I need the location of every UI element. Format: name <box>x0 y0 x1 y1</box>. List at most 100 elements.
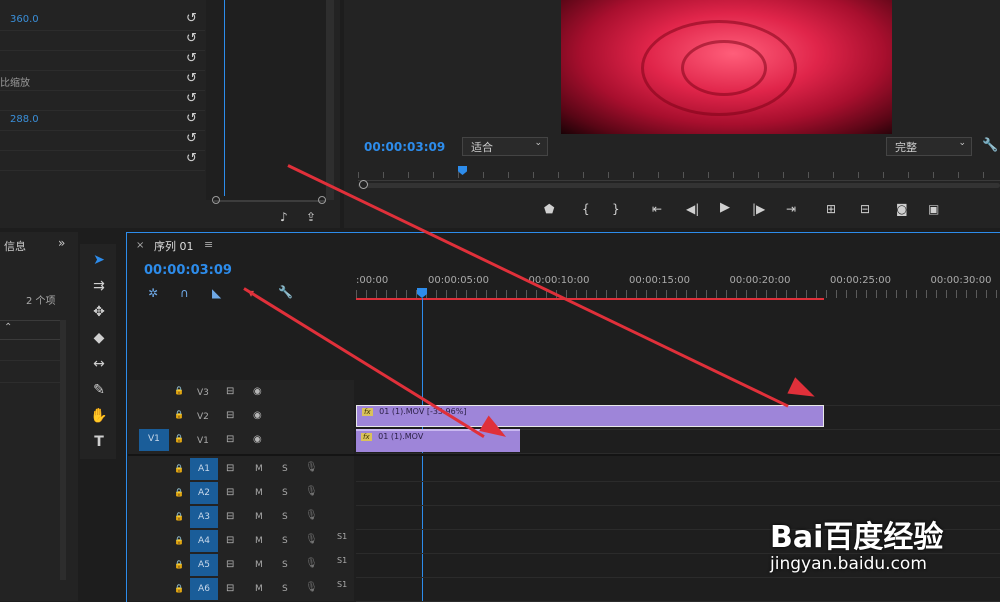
lock-icon[interactable]: 🔒 <box>174 536 184 545</box>
audio-track-target-a4[interactable]: A4 <box>190 530 218 552</box>
monitor-scrubbar[interactable] <box>358 183 1000 188</box>
mark-in-icon[interactable]: { <box>582 202 590 216</box>
tab-menu-icon[interactable]: ≡ <box>204 238 213 251</box>
reset-icon[interactable]: ↺ <box>186 32 200 46</box>
effect-zoom-bar[interactable] <box>212 196 328 204</box>
video-track-header[interactable] <box>128 382 354 406</box>
list-item[interactable] <box>0 362 60 383</box>
solo-button[interactable]: S <box>282 560 288 570</box>
wrench-icon[interactable]: 🔧 <box>278 285 293 299</box>
lock-icon[interactable]: 🔒 <box>174 434 184 443</box>
reset-icon[interactable]: ↺ <box>186 112 200 126</box>
sync-lock-icon[interactable]: ⊟ <box>226 559 234 570</box>
go-to-out-icon[interactable]: ⇥ <box>786 202 796 216</box>
wrench-icon[interactable]: 🔧 <box>982 139 998 153</box>
audio-track-target-a1[interactable]: A1 <box>190 458 218 480</box>
mute-button[interactable]: M <box>255 512 263 522</box>
solo-button[interactable]: S <box>282 464 288 474</box>
sync-lock-icon[interactable]: ⊟ <box>226 410 234 421</box>
eye-icon[interactable]: ◉ <box>253 386 262 397</box>
close-icon[interactable]: × <box>136 240 144 251</box>
lock-icon[interactable]: 🔒 <box>174 512 184 521</box>
lift-icon[interactable]: ⊞ <box>826 202 836 216</box>
solo-button[interactable]: S <box>282 488 288 498</box>
eye-icon[interactable]: ◉ <box>253 434 262 445</box>
audio-track-target-a2[interactable]: A2 <box>190 482 218 504</box>
microphone-icon[interactable]: 🎙 <box>305 462 318 473</box>
add-marker-icon[interactable]: ⬟ <box>544 202 554 216</box>
video-track-header[interactable] <box>128 430 354 454</box>
play-icon[interactable]: ▶ <box>720 201 730 215</box>
audio-track-target-a6[interactable]: A6 <box>190 578 218 600</box>
sync-lock-icon[interactable]: ⊟ <box>226 434 234 445</box>
reset-icon[interactable]: ↺ <box>186 12 200 26</box>
audio-track-target-a3[interactable]: A3 <box>190 506 218 528</box>
lock-icon[interactable]: 🔒 <box>174 386 184 395</box>
property-value[interactable]: 288.0 <box>10 114 39 125</box>
reset-icon[interactable]: ↺ <box>186 92 200 106</box>
list-item[interactable] <box>0 340 60 361</box>
microphone-icon[interactable]: 🎙 <box>305 558 318 569</box>
fit-dropdown[interactable]: 适合 ⌄ <box>462 137 548 156</box>
quality-dropdown[interactable]: 完整 ⌄ <box>886 137 972 156</box>
track-select-tool-icon[interactable]: ⇉ <box>88 276 110 296</box>
lock-icon[interactable]: 🔒 <box>174 464 184 473</box>
lock-icon[interactable]: 🔒 <box>174 560 184 569</box>
type-tool-icon[interactable]: T <box>88 432 110 452</box>
solo-button[interactable]: S <box>282 512 288 522</box>
extract-icon[interactable]: ⊟ <box>860 202 870 216</box>
project-list-header[interactable]: ⌃ <box>0 320 60 340</box>
ripple-edit-tool-icon[interactable]: ✥ <box>88 302 110 322</box>
tab-info[interactable]: 信息 <box>4 238 26 254</box>
step-back-icon[interactable]: ◀| <box>686 202 699 216</box>
sync-lock-icon[interactable]: ⊟ <box>226 487 234 498</box>
slip-tool-icon[interactable]: ↔ <box>88 354 110 374</box>
effect-playhead[interactable] <box>224 0 225 196</box>
microphone-icon[interactable]: 🎙 <box>305 486 318 497</box>
audio-track-target-a5[interactable]: A5 <box>190 554 218 576</box>
tab-sequence[interactable]: 序列 01 <box>154 238 194 254</box>
microphone-icon[interactable]: 🎙 <box>305 510 318 521</box>
microphone-icon[interactable]: 🎙 <box>305 582 318 593</box>
solo-button[interactable]: S <box>282 536 288 546</box>
sync-lock-icon[interactable]: ⊟ <box>226 535 234 546</box>
camera-icon[interactable]: ◙ <box>896 202 908 216</box>
mute-button[interactable]: M <box>255 488 263 498</box>
reset-icon[interactable]: ↺ <box>186 72 200 86</box>
pen-tool-icon[interactable]: ✎ <box>88 380 110 400</box>
clip-v2[interactable]: fx 01 (1).MOV [-35.96%] <box>356 405 824 427</box>
property-value[interactable]: 360.0 <box>10 14 39 25</box>
sync-lock-icon[interactable]: ⊟ <box>226 463 234 474</box>
go-to-in-icon[interactable]: ⇤ <box>652 202 662 216</box>
hand-tool-icon[interactable]: ✋ <box>88 406 110 426</box>
lock-icon[interactable]: 🔒 <box>174 488 184 497</box>
solo-button[interactable]: S <box>282 584 288 594</box>
sequence-timecode[interactable]: 00:00:03:09 <box>144 263 232 278</box>
step-forward-icon[interactable]: |▶ <box>752 202 765 216</box>
video-track-lane[interactable] <box>356 453 1000 454</box>
snap-icon[interactable]: ✲ <box>148 286 158 300</box>
panel-menu-chevron-icon[interactable]: » <box>58 236 65 250</box>
program-timecode[interactable]: 00:00:03:09 <box>364 140 445 154</box>
project-scrollbar[interactable] <box>60 320 66 580</box>
video-track-header[interactable] <box>128 406 354 430</box>
sync-lock-icon[interactable]: ⊟ <box>226 583 234 594</box>
sync-lock-icon[interactable]: ⊟ <box>226 386 234 397</box>
effect-scrollbar[interactable] <box>326 0 334 200</box>
reset-icon[interactable]: ↺ <box>186 132 200 146</box>
work-area-bar[interactable] <box>356 298 824 300</box>
mute-button[interactable]: M <box>255 536 263 546</box>
reset-icon[interactable]: ↺ <box>186 52 200 66</box>
monitor-ruler[interactable] <box>358 162 1000 181</box>
lock-icon[interactable]: 🔒 <box>174 584 184 593</box>
razor-tool-icon[interactable]: ◆ <box>88 328 110 348</box>
eye-icon[interactable]: ◉ <box>253 410 262 421</box>
add-marker-icon[interactable]: ◣ <box>212 286 221 300</box>
mark-out-icon[interactable]: } <box>612 202 620 216</box>
scrub-handle[interactable] <box>359 180 368 189</box>
mute-button[interactable]: M <box>255 584 263 594</box>
mute-button[interactable]: M <box>255 464 263 474</box>
sync-lock-icon[interactable]: ⊟ <box>226 511 234 522</box>
reset-icon[interactable]: ↺ <box>186 152 200 166</box>
microphone-icon[interactable]: 🎙 <box>305 534 318 545</box>
